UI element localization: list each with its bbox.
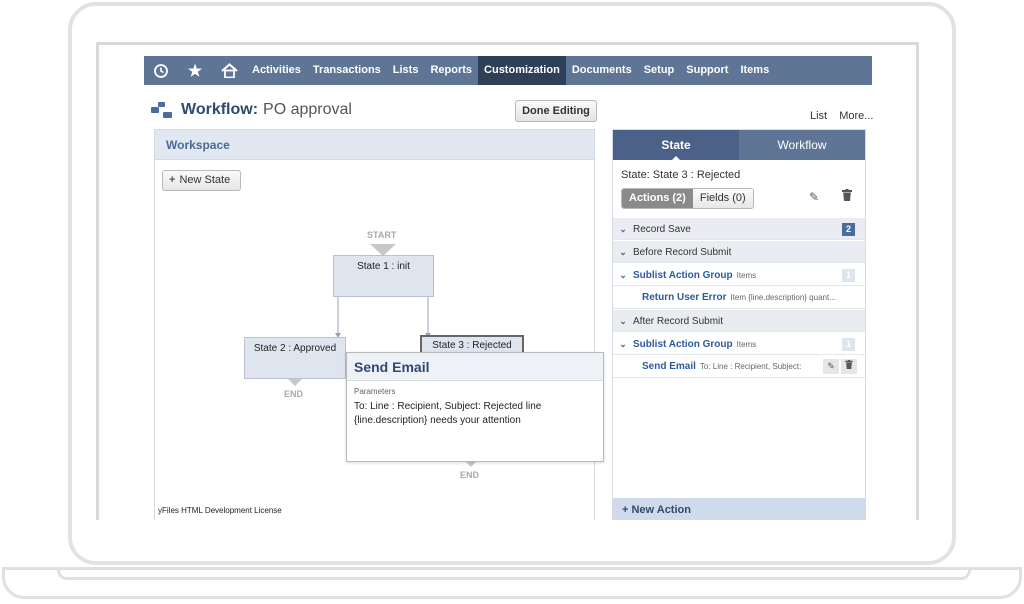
end-label-approved: END [284, 389, 304, 399]
popup-title: Send Email [347, 353, 603, 381]
action-detail: Item {line.description} quant... [730, 293, 836, 302]
popup-body: To: Line : Recipient, Subject: Rejected … [354, 401, 542, 426]
laptop-base [2, 567, 1022, 599]
action-detail: To: Line : Recipient, Subject: [699, 362, 802, 371]
workflow-icon [151, 102, 173, 118]
action-send-email[interactable]: Send Email To: Line : Recipient, Subject:… [613, 356, 865, 378]
delete-icon[interactable] [842, 189, 852, 204]
count-badge: 2 [842, 223, 855, 236]
nav-activities[interactable]: Activities [246, 56, 307, 85]
panel-tabs: State Workflow [613, 130, 865, 161]
action-label: Return User Error [642, 292, 727, 303]
nav-transactions[interactable]: Transactions [307, 56, 387, 85]
star-icon[interactable]: ★ [178, 56, 212, 85]
chevron-down-icon: ⌄ [619, 247, 627, 257]
group-sublist: Items [736, 340, 757, 349]
group-label: Sublist Action Group [633, 339, 733, 350]
sublist-action-group-1[interactable]: ⌄ Sublist Action Group Items 1 [613, 264, 865, 286]
license-text: yFiles HTML Development License [158, 506, 282, 515]
trigger-label: Record Save [633, 224, 691, 235]
chevron-down-icon: ⌄ [619, 270, 627, 280]
main-navbar: ★ Activities Transactions Lists Reports … [144, 56, 872, 85]
nav-support[interactable]: Support [680, 56, 734, 85]
new-action-label: New Action [631, 504, 691, 516]
actions-tab[interactable]: Actions (2) [622, 189, 693, 208]
trigger-record-save[interactable]: ⌄ Record Save 2 [613, 218, 865, 240]
state-title: State: State 3 : Rejected [621, 169, 741, 181]
done-editing-button[interactable]: Done Editing [515, 100, 597, 122]
laptop-screen: ★ Activities Transactions Lists Reports … [96, 42, 919, 520]
tab-workflow[interactable]: Workflow [739, 130, 865, 160]
nav-lists[interactable]: Lists [387, 56, 425, 85]
trigger-label: After Record Submit [633, 316, 724, 327]
fields-tab[interactable]: Fields (0) [692, 189, 753, 208]
state-node-approved[interactable]: State 2 : Approved [244, 337, 346, 379]
action-return-user-error[interactable]: Return User Error Item {line.description}… [613, 287, 865, 309]
new-state-button[interactable]: + New State [162, 170, 241, 191]
nav-reports[interactable]: Reports [424, 56, 478, 85]
row-actions: ✎ [821, 359, 857, 374]
end-marker-approved [288, 379, 302, 386]
end-label-rejected: END [460, 470, 480, 480]
chevron-down-icon: ⌄ [619, 339, 627, 349]
chevron-down-icon: ⌄ [619, 316, 627, 326]
home-icon[interactable] [212, 56, 246, 85]
chevron-down-icon: ⌄ [619, 224, 627, 234]
state-node-init[interactable]: State 1 : init [333, 255, 434, 297]
count-badge: 1 [842, 338, 855, 351]
nav-setup[interactable]: Setup [638, 56, 681, 85]
popup-subtitle: Parameters [354, 387, 396, 396]
workflow-name: PO approval [263, 101, 352, 118]
group-label: Sublist Action Group [633, 270, 733, 281]
new-state-label: New State [179, 174, 231, 186]
nav-documents[interactable]: Documents [566, 56, 638, 85]
start-label: START [367, 230, 397, 240]
trigger-label: Before Record Submit [633, 247, 732, 258]
send-email-tooltip: Send Email Parameters To: Line : Recipie… [346, 352, 604, 462]
sublist-action-group-2[interactable]: ⌄ Sublist Action Group Items 1 [613, 333, 865, 355]
netsuite-app: ★ Activities Transactions Lists Reports … [99, 45, 916, 520]
more-link[interactable]: More... [839, 110, 873, 122]
trigger-after-submit[interactable]: ⌄ After Record Submit [613, 310, 865, 332]
trigger-before-submit[interactable]: ⌄ Before Record Submit [613, 241, 865, 263]
new-action-button[interactable]: + New Action [613, 498, 865, 520]
tab-state[interactable]: State [613, 130, 739, 161]
page-title-label: Workflow: [181, 101, 259, 118]
top-links: List More... [801, 110, 873, 122]
page-title: Workflow: PO approval [151, 101, 352, 119]
action-label: Send Email [642, 361, 696, 372]
count-badge: 1 [842, 269, 855, 282]
nav-customization[interactable]: Customization [478, 56, 566, 85]
nav-items[interactable]: Items [734, 56, 775, 85]
delete-icon[interactable] [841, 359, 857, 374]
edit-icon[interactable]: ✎ [823, 359, 839, 374]
state-panel: State Workflow State: State 3 : Rejected… [612, 129, 866, 520]
recent-icon[interactable] [144, 56, 178, 85]
plus-icon: + [169, 174, 176, 186]
actions-fields-toggle: Actions (2) Fields (0) [621, 188, 754, 209]
edit-icon[interactable]: ✎ [809, 190, 819, 204]
list-link[interactable]: List [810, 110, 827, 122]
group-sublist: Items [736, 271, 757, 280]
